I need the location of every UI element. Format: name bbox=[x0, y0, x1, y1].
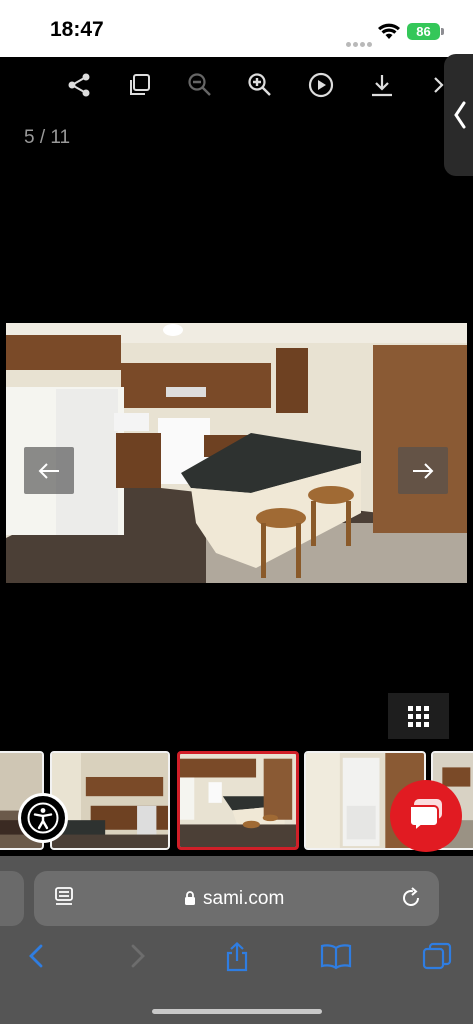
share-icon[interactable] bbox=[66, 72, 92, 98]
previous-image-button[interactable] bbox=[24, 447, 74, 494]
arrow-left-icon bbox=[38, 463, 59, 479]
status-bar: 18:47 86 bbox=[0, 0, 473, 57]
grid-icon bbox=[408, 706, 429, 727]
battery-level: 86 bbox=[407, 23, 440, 40]
chat-icon bbox=[409, 799, 442, 834]
battery-icon bbox=[441, 28, 444, 35]
reload-icon[interactable] bbox=[401, 887, 423, 909]
image-counter: 5 / 11 bbox=[24, 127, 71, 148]
download-icon[interactable] bbox=[369, 72, 395, 98]
status-time: 18:47 bbox=[50, 18, 104, 41]
play-icon[interactable] bbox=[308, 72, 334, 98]
grid-view-button[interactable] bbox=[388, 693, 449, 739]
previous-tab-preview[interactable] bbox=[0, 871, 24, 926]
wifi-icon bbox=[378, 23, 400, 39]
url-text: sami.com bbox=[203, 888, 285, 909]
copy-icon[interactable] bbox=[127, 72, 153, 98]
accessibility-icon bbox=[27, 802, 59, 834]
chat-button[interactable] bbox=[390, 780, 462, 852]
back-icon[interactable] bbox=[26, 942, 46, 970]
arrow-right-icon bbox=[413, 463, 434, 479]
next-image-button[interactable] bbox=[398, 447, 448, 494]
chevron-left-icon bbox=[454, 101, 466, 129]
lock-icon bbox=[185, 891, 195, 905]
tabs-icon[interactable] bbox=[422, 942, 452, 972]
thumbnail-kitchen-overview[interactable] bbox=[50, 751, 170, 850]
zoom-out-icon bbox=[187, 72, 213, 98]
thumbnail-kitchen-current[interactable] bbox=[177, 751, 299, 850]
share-sheet-icon[interactable] bbox=[224, 942, 250, 972]
forward-icon bbox=[131, 944, 145, 968]
zoom-in-icon[interactable] bbox=[247, 72, 273, 98]
home-indicator bbox=[152, 1009, 322, 1014]
page-menu-icon[interactable] bbox=[54, 886, 74, 908]
bookmarks-icon[interactable] bbox=[320, 942, 352, 970]
side-panel-toggle[interactable] bbox=[444, 54, 473, 176]
signal-icon bbox=[346, 34, 374, 52]
accessibility-button[interactable] bbox=[18, 793, 68, 843]
